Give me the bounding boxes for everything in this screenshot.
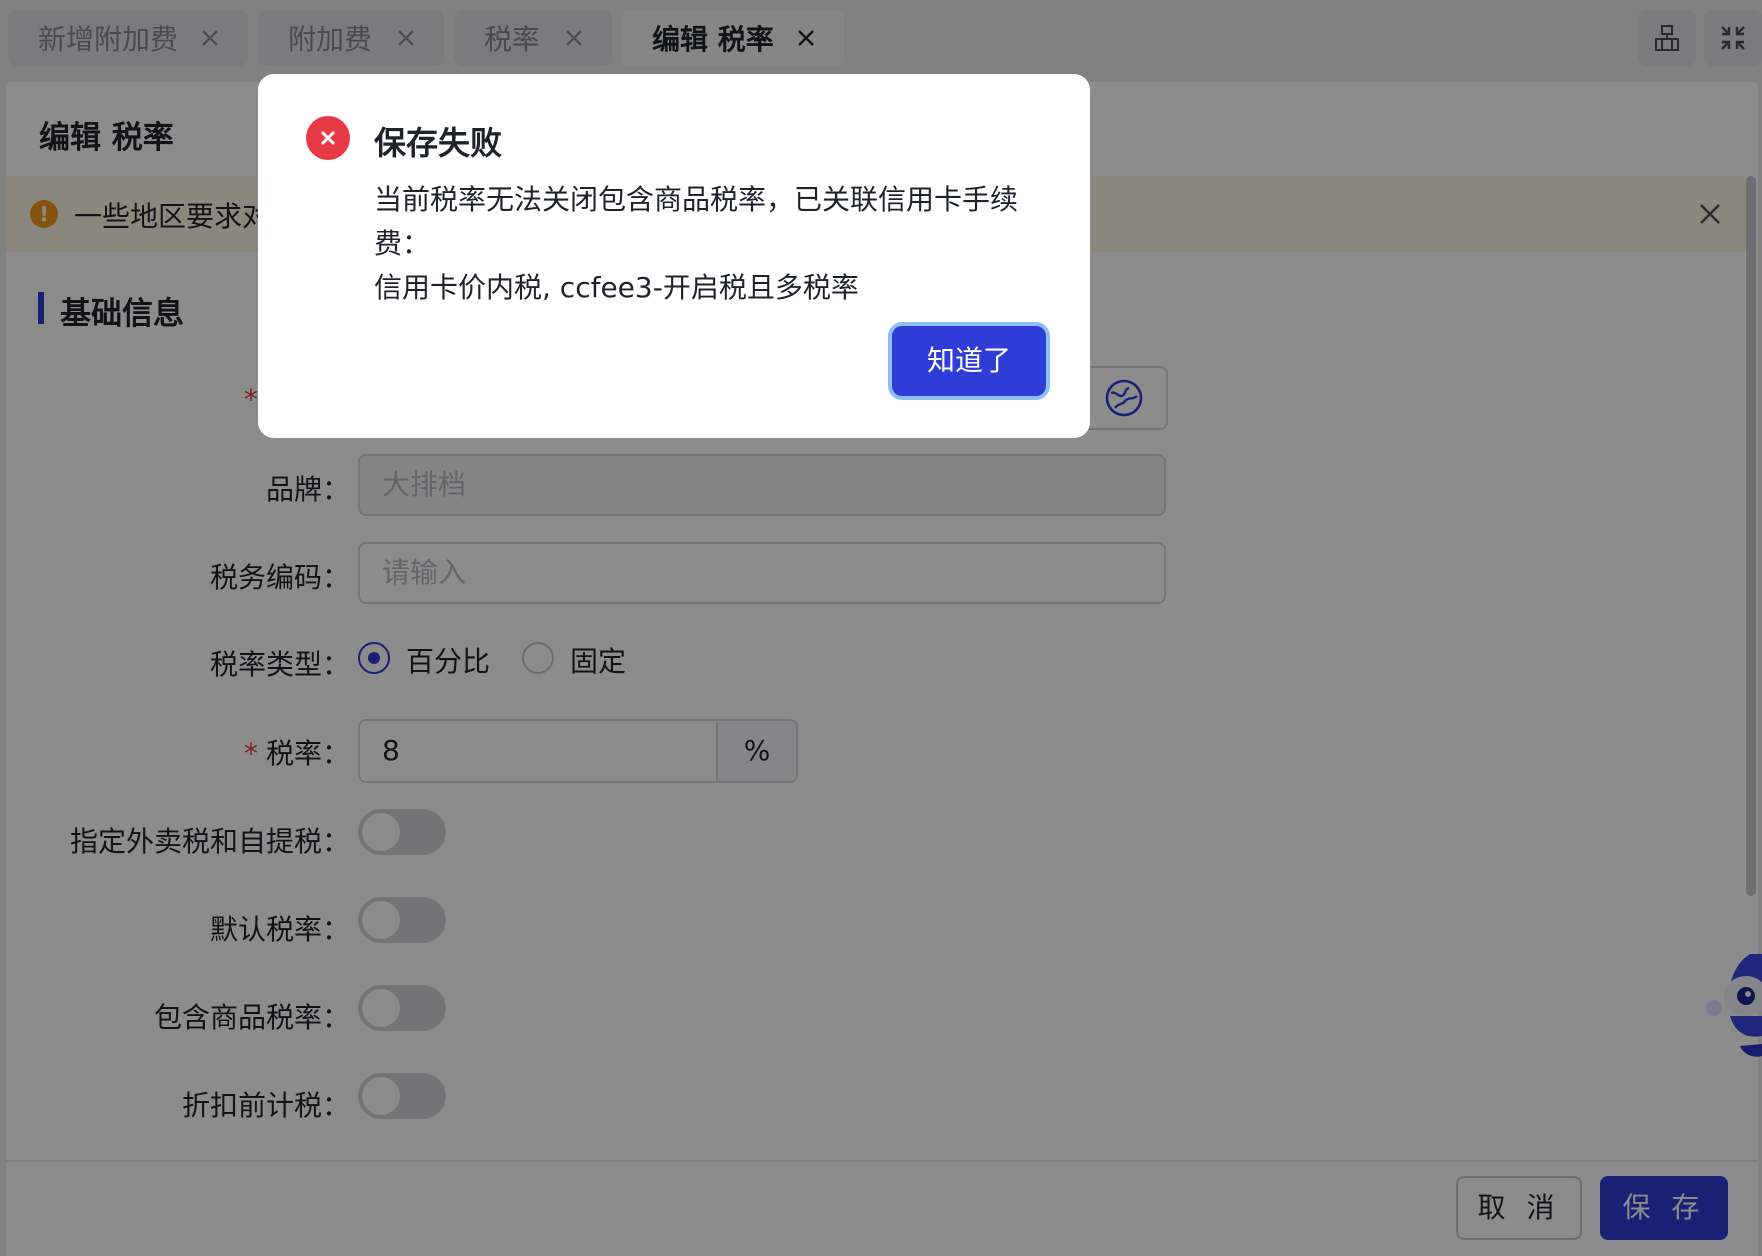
dialog-message-line: 当前税率无法关闭包含商品税率，已关联信用卡手续费： xyxy=(374,183,1019,260)
app-window: 新增附加费 附加费 税率 编辑 税率 编辑 税率 ! 一些地区要求对 基础信息 … xyxy=(0,0,1762,1256)
ok-button[interactable]: 知道了 xyxy=(892,326,1046,396)
dialog-title: 保存失败 xyxy=(374,124,503,162)
error-dialog: 保存失败 当前税率无法关闭包含商品税率，已关联信用卡手续费： 信用卡价内税, c… xyxy=(258,74,1090,438)
dialog-message-line: 信用卡价内税, ccfee3-开启税且多税率 xyxy=(374,271,859,304)
error-icon xyxy=(306,116,350,160)
dialog-message: 当前税率无法关闭包含商品税率，已关联信用卡手续费： 信用卡价内税, ccfee3… xyxy=(374,178,1054,310)
